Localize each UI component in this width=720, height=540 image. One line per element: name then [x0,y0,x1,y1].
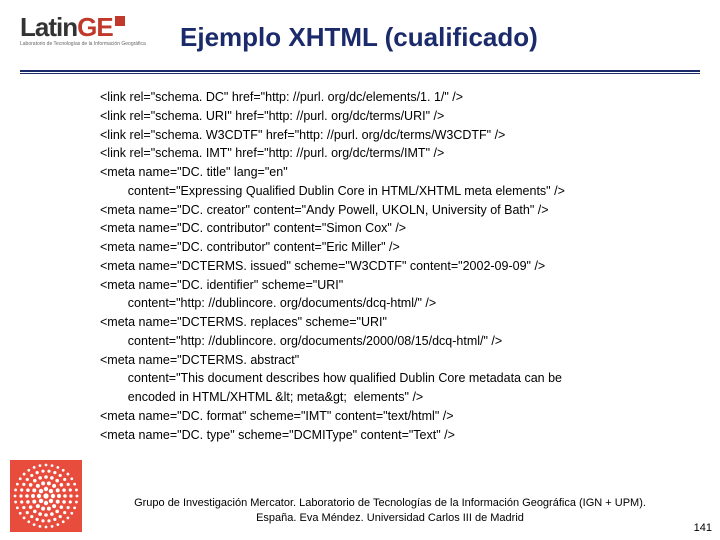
logo-square-icon [115,16,125,26]
footer-line2: España. Eva Méndez. Universidad Carlos I… [256,512,524,524]
page-number: 141 [694,522,712,534]
slide: LatinGE Laboratorio de Tecnologías de la… [0,0,720,540]
footer-text: Grupo de Investigación Mercator. Laborat… [100,496,680,526]
code-block: <link rel="schema. DC" href="http: //pur… [100,88,680,444]
logo-brand-b: GE [77,12,113,42]
header: LatinGE Laboratorio de Tecnologías de la… [20,14,170,60]
logo-text: LatinGE [20,14,170,40]
latingeo-logo: LatinGE Laboratorio de Tecnologías de la… [20,14,170,60]
footer-line1: Grupo de Investigación Mercator. Laborat… [134,497,646,509]
title-rule [20,70,700,74]
logo-subtitle: Laboratorio de Tecnologías de la Informa… [20,41,170,47]
logo-brand-a: Latin [20,12,77,42]
sun-dots-icon [10,460,82,532]
slide-title: Ejemplo XHTML (cualificado) [180,22,538,53]
